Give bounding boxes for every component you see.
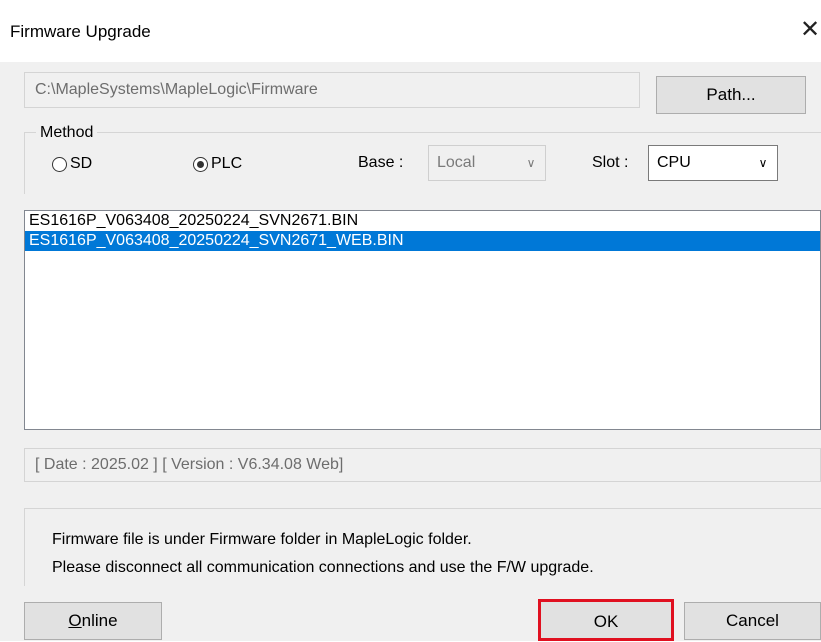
online-mnemonic: O <box>68 611 82 630</box>
firmware-path-field: C:\MapleSystems\MapleLogic\Firmware <box>24 72 640 108</box>
slot-dropdown[interactable]: CPU ∨ <box>648 145 778 181</box>
title-bar: Firmware Upgrade ✕ <box>0 0 821 62</box>
radio-sd-circle[interactable] <box>52 157 67 172</box>
chevron-down-icon[interactable]: ∨ <box>755 146 771 180</box>
dialog-body: C:\MapleSystems\MapleLogic\Firmware Path… <box>0 62 821 641</box>
base-label: Base : <box>358 154 404 171</box>
path-button[interactable]: Path... <box>656 76 806 114</box>
window-title: Firmware Upgrade <box>10 22 151 41</box>
slot-label: Slot : <box>592 154 629 171</box>
radio-plc-dot <box>197 161 204 168</box>
note-line-1: Firmware file is under Firmware folder i… <box>52 531 472 548</box>
chevron-down-icon: ∨ <box>526 156 536 170</box>
base-dropdown: Local ∨ <box>428 145 546 181</box>
list-item[interactable]: ES1616P_V063408_20250224_SVN2671.BIN <box>25 211 820 231</box>
radio-plc-circle[interactable] <box>193 157 208 172</box>
online-label-rest: nline <box>81 611 118 630</box>
note-line-2: Please disconnect all communication conn… <box>52 559 594 576</box>
firmware-info-field: [ Date : 2025.02 ] [ Version : V6.34.08 … <box>24 448 821 482</box>
firmware-file-list[interactable]: ES1616P_V063408_20250224_SVN2671.BIN ES1… <box>24 210 821 430</box>
radio-sd-label: SD <box>70 155 93 172</box>
base-dropdown-value: Local <box>437 154 476 171</box>
online-button[interactable]: Online <box>24 602 162 640</box>
radio-plc-label: PLC <box>211 155 243 172</box>
ok-button[interactable]: OK <box>538 599 674 641</box>
close-icon[interactable]: ✕ <box>798 16 821 44</box>
cancel-button[interactable]: Cancel <box>684 602 821 640</box>
slot-dropdown-value: CPU <box>657 154 691 171</box>
method-group-label: Method <box>36 124 98 142</box>
list-item-selected[interactable]: ES1616P_V063408_20250224_SVN2671_WEB.BIN <box>25 231 820 251</box>
